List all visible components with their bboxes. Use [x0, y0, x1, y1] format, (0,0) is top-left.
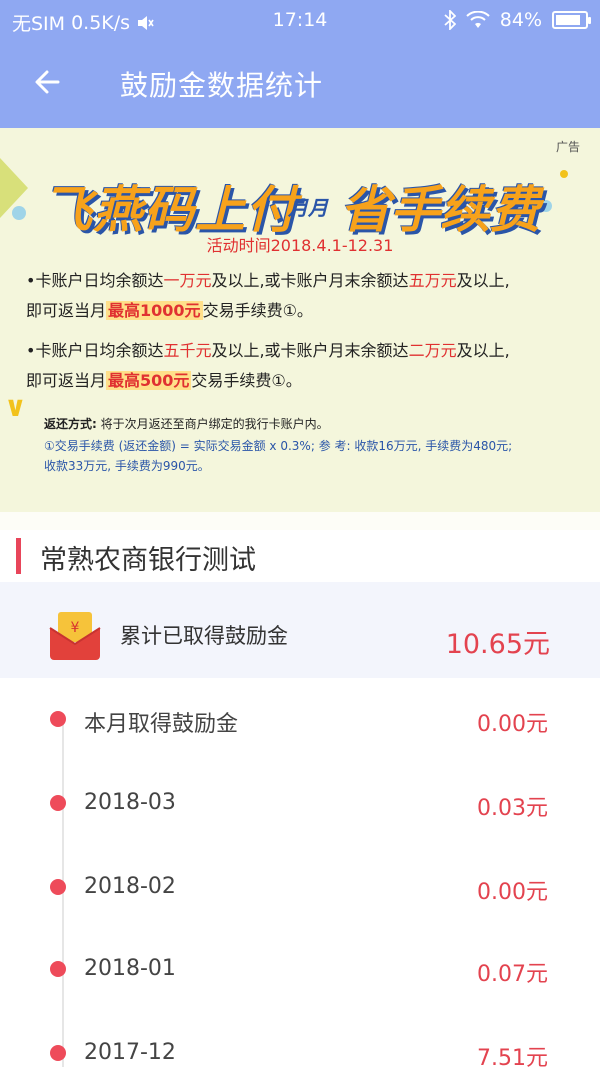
page-title: 鼓励金数据统计: [120, 69, 324, 102]
ad-banner[interactable]: 广告 飞燕码上付 月月 省手续费 活动时间2018.4.1-12.31 •卡账户…: [0, 128, 600, 512]
ad-decoration: ∨: [4, 390, 27, 423]
timeline-value: 0.00元: [477, 712, 548, 737]
timeline-value: 7.51元: [477, 1046, 548, 1067]
timeline-row[interactable]: 2018-02 0.00元: [0, 846, 600, 928]
top-bar: 无SIM 0.5K/s 17:14 84% 鼓励金数据统计: [0, 0, 600, 128]
svg-text:¥: ¥: [71, 620, 80, 636]
ad-period: 活动时间2018.4.1-12.31: [206, 236, 394, 255]
ad-paragraph: •卡账户日均余额达一万元及以上,或卡账户月末余额达五万元及以上, 即可返当月 最高…: [26, 271, 510, 320]
timeline-value: 0.07元: [477, 962, 548, 987]
status-bar: 无SIM 0.5K/s 17:14 84%: [0, 0, 600, 40]
battery-icon: [552, 11, 591, 29]
timeline-label: 2017-12: [84, 1040, 176, 1065]
timeline-label: 2018-03: [84, 790, 176, 815]
timeline-row[interactable]: 2017-12 7.51元: [0, 1012, 600, 1067]
back-arrow-icon[interactable]: [28, 62, 68, 102]
timeline-row[interactable]: 本月取得鼓励金 0.00元: [0, 678, 600, 760]
ad-note: 收款33万元, 手续费为990元。: [44, 459, 210, 473]
ad-headline: 飞燕码上付 月月 省手续费: [42, 166, 562, 239]
timeline-dot: [50, 961, 66, 977]
header: 鼓励金数据统计: [0, 40, 600, 128]
timeline-label: 2018-02: [84, 874, 176, 899]
battery-percent: 84%: [499, 9, 542, 31]
ad-decoration: [12, 206, 26, 220]
ad-note: ①交易手续费 (返还金额) = 实际交易金额 x 0.3%; 参 考: 收款16…: [44, 439, 513, 453]
ad-note: 返还方式: 将于次月返还至商户绑定的我行卡账户内。: [44, 417, 329, 431]
timeline-value: 0.00元: [477, 880, 548, 905]
monthly-reward-timeline: 本月取得鼓励金 0.00元 2018-03 0.03元 2018-02 0.00…: [0, 678, 600, 1067]
red-envelope-icon: ¥: [49, 612, 101, 660]
ad-paragraph: •卡账户日均余额达五千元及以上,或卡账户月末余额达二万元及以上, 即可返当月 最高…: [26, 341, 510, 390]
timeline-row[interactable]: 2018-03 0.03元: [0, 762, 600, 844]
total-reward-card: ¥ 累计已取得鼓励金 10.65元: [0, 582, 600, 678]
timeline-dot: [50, 711, 66, 727]
bank-section-header: 常熟农商银行测试: [0, 530, 600, 582]
section-accent-bar: [16, 538, 21, 574]
timeline-row[interactable]: 2018-01 0.07元: [0, 928, 600, 1010]
battery-fill: [556, 15, 580, 25]
bank-name: 常熟农商银行测试: [40, 545, 256, 576]
timeline-label: 2018-01: [84, 956, 176, 981]
total-reward-label: 累计已取得鼓励金: [120, 624, 288, 648]
total-reward-value: 10.65元: [445, 629, 550, 660]
bluetooth-icon: [444, 10, 456, 30]
ad-tag: 广告: [555, 140, 580, 154]
timeline-dot: [50, 1045, 66, 1061]
timeline-label: 本月取得鼓励金: [84, 712, 239, 737]
timeline-dot: [50, 795, 66, 811]
wifi-icon: [466, 11, 490, 28]
timeline-dot: [50, 879, 66, 895]
divider: [0, 512, 600, 530]
ad-headline-sub: 月月: [288, 196, 328, 220]
timeline-value: 0.03元: [477, 796, 548, 821]
